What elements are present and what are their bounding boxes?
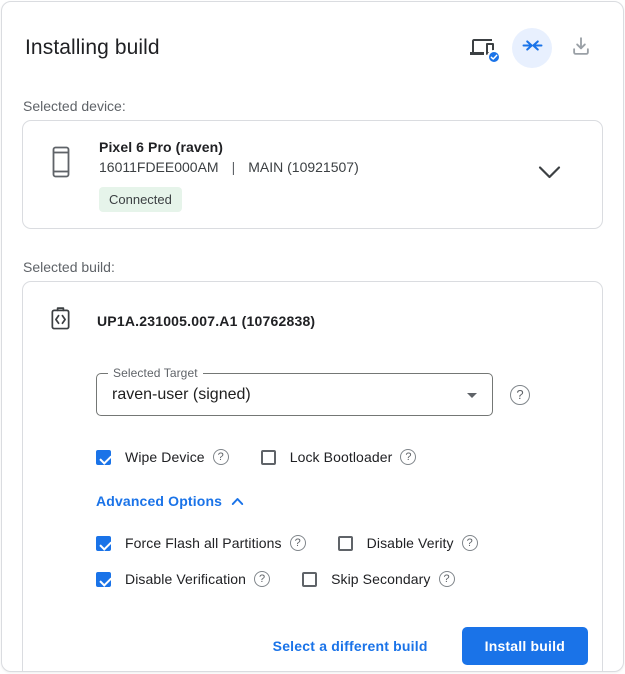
build-head: UP1A.231005.007.A1 (10762838) — [49, 306, 578, 336]
device-name: Pixel 6 Pro (raven) — [99, 139, 537, 155]
checkbox-box[interactable] — [96, 572, 111, 587]
chevron-up-icon — [231, 497, 244, 506]
help-icon[interactable]: ? — [290, 535, 306, 551]
smartphone-icon — [49, 145, 73, 184]
select-label: Selected Target — [108, 366, 203, 380]
build-name: UP1A.231005.007.A1 (10762838) — [97, 313, 315, 329]
dialog-header: Installing build — [22, 28, 603, 68]
installing-build-dialog: Installing build — [1, 1, 624, 672]
checkbox-box[interactable] — [261, 450, 276, 465]
flash-step-button[interactable] — [512, 28, 552, 68]
page-title: Installing build — [25, 36, 160, 60]
device-build-branch: MAIN (10921507) — [248, 159, 359, 175]
help-icon[interactable]: ? — [462, 535, 478, 551]
checkbox-force-flash-all-partitions[interactable]: Force Flash all Partitions ? — [96, 535, 306, 551]
meta-separator: | — [232, 159, 236, 175]
checkbox-wipe-device[interactable]: Wipe Device ? — [96, 449, 229, 465]
selected-build-card: UP1A.231005.007.A1 (10762838) Selected T… — [22, 281, 603, 672]
checkbox-box[interactable] — [96, 536, 111, 551]
device-selected-step-button[interactable] — [463, 28, 503, 68]
advanced-options-toggle[interactable]: Advanced Options — [96, 493, 244, 509]
checkbox-lock-bootloader[interactable]: Lock Bootloader ? — [261, 449, 417, 465]
selected-device-label: Selected device: — [22, 98, 603, 114]
checkbox-skip-secondary[interactable]: Skip Secondary ? — [302, 571, 454, 587]
footer-actions: Select a different build Install build — [96, 627, 588, 665]
download-icon — [570, 35, 592, 62]
target-help-icon[interactable]: ? — [510, 385, 530, 405]
select-value: raven-user (signed) — [97, 374, 492, 415]
checkbox-box[interactable] — [338, 536, 353, 551]
selected-device-card[interactable]: Pixel 6 Pro (raven) 16011FDEE000AM | MAIN … — [22, 120, 603, 229]
select-different-build-button[interactable]: Select a different build — [269, 630, 432, 662]
select-dropdown-arrow-icon — [467, 393, 477, 398]
checkbox-box[interactable] — [302, 572, 317, 587]
help-icon[interactable]: ? — [439, 571, 455, 587]
selected-target-select[interactable]: Selected Target raven-user (signed) — [96, 373, 493, 416]
selected-build-label: Selected build: — [22, 259, 603, 275]
device-serial: 16011FDEE000AM — [99, 159, 219, 175]
build-clipboard-code-icon — [49, 306, 72, 336]
device-info: Pixel 6 Pro (raven) 16011FDEE000AM | MAIN … — [99, 139, 537, 212]
help-icon[interactable]: ? — [400, 449, 416, 465]
flash-connect-icon — [522, 35, 543, 61]
checkbox-disable-verification[interactable]: Disable Verification ? — [96, 571, 270, 587]
build-body: Selected Target raven-user (signed) ? Wi… — [96, 373, 578, 665]
download-step-button[interactable] — [561, 28, 601, 68]
checkbox-disable-verity[interactable]: Disable Verity ? — [338, 535, 478, 551]
checkbox-row-advanced-1: Force Flash all Partitions ? Disable Ver… — [96, 535, 578, 551]
step-icons — [463, 28, 601, 68]
help-icon[interactable]: ? — [213, 449, 229, 465]
checkbox-box[interactable] — [96, 450, 111, 465]
help-icon[interactable]: ? — [254, 571, 270, 587]
status-badge: Connected — [99, 187, 182, 212]
checkbox-row-main: Wipe Device ? Lock Bootloader ? — [96, 449, 578, 465]
install-build-button[interactable]: Install build — [462, 627, 588, 665]
target-row: Selected Target raven-user (signed) ? — [96, 373, 578, 416]
devices-icon — [469, 35, 497, 61]
chevron-down-icon[interactable] — [537, 165, 562, 186]
checkbox-row-advanced-2: Disable Verification ? Skip Secondary ? — [96, 571, 578, 587]
device-connected-check-icon — [487, 50, 501, 64]
device-meta: 16011FDEE000AM | MAIN (10921507) — [99, 159, 537, 175]
